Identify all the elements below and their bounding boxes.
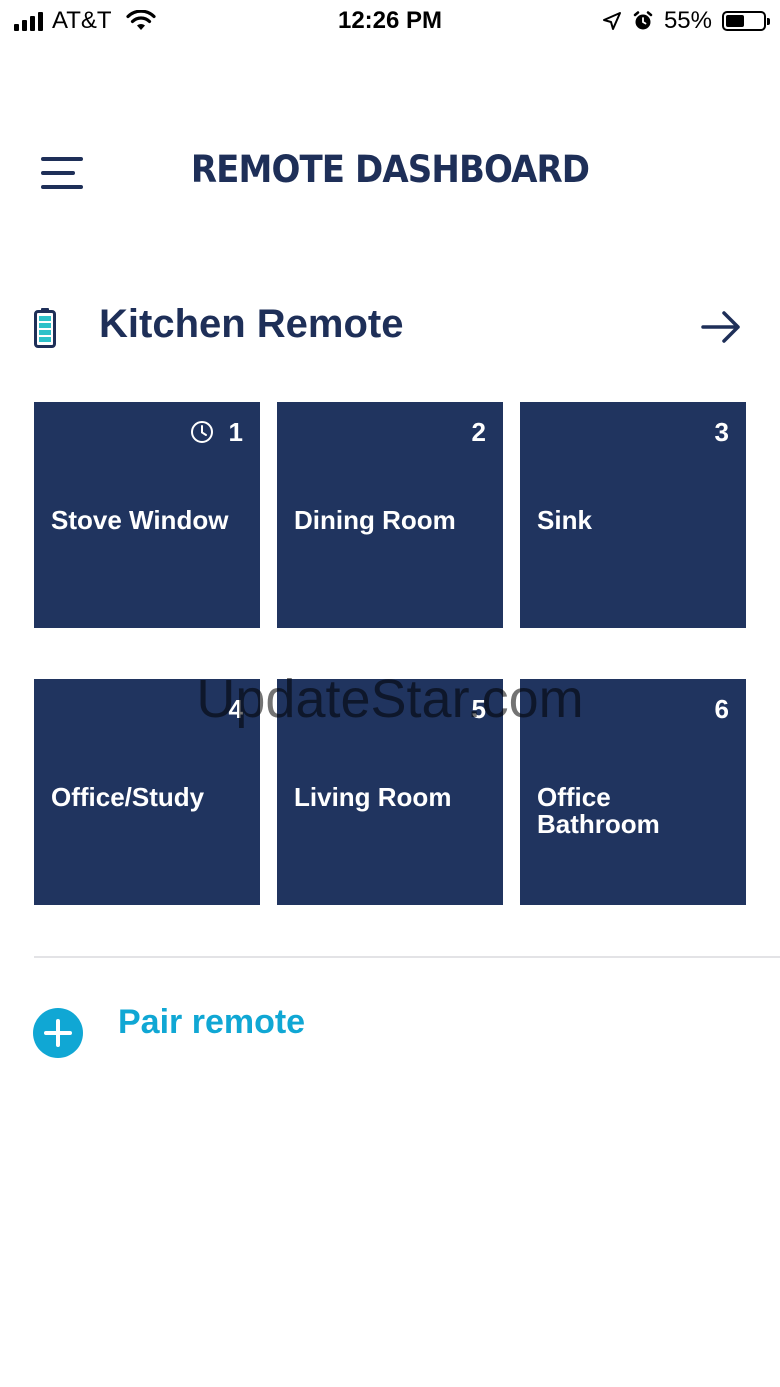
zone-label: Dining Room bbox=[294, 505, 456, 535]
remote-name[interactable]: Kitchen Remote bbox=[99, 302, 404, 347]
battery-full-icon bbox=[34, 308, 56, 348]
zone-number: 1 bbox=[228, 417, 243, 447]
zone-tile-1[interactable]: 1 Stove Window bbox=[34, 402, 260, 628]
clock-icon bbox=[191, 421, 213, 443]
zone-tile-4[interactable]: 4 Office/Study bbox=[34, 679, 260, 905]
zone-label: Sink bbox=[537, 505, 592, 535]
remote-header: Kitchen Remote bbox=[0, 300, 780, 360]
zone-label: Office Bathroom bbox=[537, 782, 660, 839]
zone-tile-5[interactable]: 5 Living Room bbox=[277, 679, 503, 905]
zone-number: 6 bbox=[714, 694, 729, 724]
battery-icon bbox=[722, 11, 770, 31]
app-header: REMOTE DASHBOARD bbox=[0, 130, 780, 210]
status-right: 55% bbox=[602, 7, 770, 35]
zone-number: 2 bbox=[471, 417, 486, 447]
zone-number: 3 bbox=[714, 417, 729, 447]
zone-number: 5 bbox=[471, 694, 486, 724]
zone-label: Office/Study bbox=[51, 782, 205, 812]
zone-tile-6[interactable]: 6 Office Bathroom bbox=[520, 679, 746, 905]
zone-tile-2[interactable]: 2 Dining Room bbox=[277, 402, 503, 628]
battery-fill bbox=[726, 15, 744, 27]
arrow-right-icon[interactable] bbox=[700, 310, 742, 344]
zone-number: 4 bbox=[228, 694, 243, 724]
divider bbox=[34, 956, 780, 958]
zone-label: Living Room bbox=[294, 782, 452, 812]
alarm-icon bbox=[633, 11, 653, 30]
pair-remote-label[interactable]: Pair remote bbox=[118, 1003, 305, 1042]
location-icon bbox=[602, 12, 621, 30]
zone-tile-3[interactable]: 3 Sink bbox=[520, 402, 746, 628]
page-title: REMOTE DASHBOARD bbox=[190, 148, 590, 191]
battery-percent: 55% bbox=[663, 7, 712, 34]
zone-label: Stove Window bbox=[51, 505, 229, 535]
plus-circle-icon[interactable] bbox=[33, 1008, 83, 1058]
status-bar: AT&T 12:26 PM 55% bbox=[0, 0, 780, 44]
